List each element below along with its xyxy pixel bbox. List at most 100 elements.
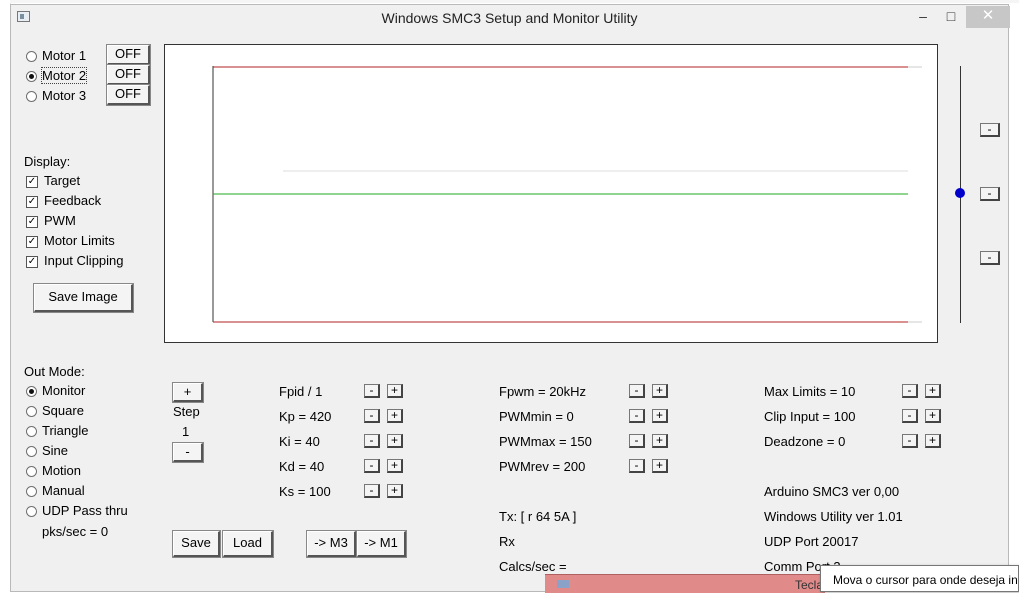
mode-udp-radio[interactable]	[26, 506, 37, 517]
mode-triangle-radio[interactable]	[26, 426, 37, 437]
pwmrev-label: PWMrev = 200	[499, 459, 586, 474]
kd-minus-button[interactable]: -	[364, 459, 380, 473]
max-limits-plus-button[interactable]: +	[925, 384, 941, 398]
pwmmin-minus-button[interactable]: -	[629, 409, 645, 423]
deadzone-plus-button[interactable]: +	[925, 434, 941, 448]
copy-to-m3-button[interactable]: -> M3	[307, 531, 356, 557]
motor-2-toggle-button[interactable]: OFF	[107, 65, 150, 85]
mode-udp-label: UDP Pass thru	[42, 503, 128, 518]
clip-input-minus-button[interactable]: -	[902, 409, 918, 423]
calcs-per-sec: Calcs/sec =	[499, 559, 567, 574]
scale-middle-button[interactable]: -	[980, 187, 1000, 201]
fpid-plus-button[interactable]: +	[387, 384, 403, 398]
mode-motion-label: Motion	[42, 463, 82, 478]
pwm-label: PWM	[44, 213, 76, 228]
smc3-window: Windows SMC3 Setup and Monitor Utility –…	[10, 4, 1010, 592]
plot-canvas	[212, 66, 922, 323]
pwmmax-plus-button[interactable]: +	[652, 434, 668, 448]
fpid-minus-button[interactable]: -	[364, 384, 380, 398]
motor-3-label: Motor 3	[42, 88, 87, 103]
pwmmax-minus-button[interactable]: -	[629, 434, 645, 448]
load-button[interactable]: Load	[223, 531, 273, 557]
max-limits-label: Max Limits = 10	[764, 384, 856, 399]
motor-1-label: Motor 1	[42, 48, 87, 63]
tooltip: Mova o cursor para onde deseja inserir	[820, 565, 1019, 592]
background-top-strip	[10, 0, 1019, 3]
save-image-button[interactable]: Save Image	[34, 284, 133, 312]
deadzone-label: Deadzone = 0	[764, 434, 846, 449]
deadzone-minus-button[interactable]: -	[902, 434, 918, 448]
mode-sine-radio[interactable]	[26, 446, 37, 457]
ki-minus-button[interactable]: -	[364, 434, 380, 448]
step-increase-button[interactable]: +	[173, 383, 203, 402]
pwm-checkbox[interactable]: ✓	[26, 216, 38, 228]
motor-3-radio[interactable]	[26, 91, 37, 102]
pks-per-sec: pks/sec = 0	[42, 524, 109, 539]
maximize-button[interactable]: □	[936, 6, 966, 28]
clip-input-plus-button[interactable]: +	[925, 409, 941, 423]
display-heading: Display:	[24, 154, 71, 169]
pwmrev-minus-button[interactable]: -	[629, 459, 645, 473]
motor-1-radio[interactable]	[26, 51, 37, 62]
pwmmax-label: PWMmax = 150	[499, 434, 592, 449]
clip-input-label: Clip Input = 100	[764, 409, 856, 424]
fpwm-plus-button[interactable]: +	[652, 384, 668, 398]
pwmmin-label: PWMmin = 0	[499, 409, 574, 424]
kp-plus-button[interactable]: +	[387, 409, 403, 423]
mode-square-radio[interactable]	[26, 406, 37, 417]
fpid-label: Fpid / 1	[279, 384, 323, 399]
position-slider-knob[interactable]	[955, 188, 965, 198]
minimize-button[interactable]: –	[908, 6, 938, 28]
scale-top-button[interactable]: -	[980, 123, 1000, 137]
input-clipping-label: Input Clipping	[44, 253, 124, 268]
arduino-version: Arduino SMC3 ver 0,00	[764, 484, 900, 499]
motor-2-radio[interactable]	[26, 71, 37, 82]
title-bar: Windows SMC3 Setup and Monitor Utility –…	[11, 5, 1010, 33]
motor-3-toggle-button[interactable]: OFF	[107, 85, 150, 105]
motor-1-toggle-button[interactable]: OFF	[107, 45, 150, 65]
taskbar-strip[interactable]: Tecla	[545, 574, 825, 593]
tx-status: Tx: [ r 64 5A ]	[499, 509, 577, 524]
mode-triangle-label: Triangle	[42, 423, 89, 438]
kp-minus-button[interactable]: -	[364, 409, 380, 423]
ki-plus-button[interactable]: +	[387, 434, 403, 448]
kd-label: Kd = 40	[279, 459, 325, 474]
step-value: 1	[182, 424, 190, 439]
pwmmin-plus-button[interactable]: +	[652, 409, 668, 423]
mode-square-label: Square	[42, 403, 84, 418]
out-mode-heading: Out Mode:	[24, 364, 85, 379]
ks-minus-button[interactable]: -	[364, 484, 380, 498]
rx-status: Rx	[499, 534, 515, 549]
mode-motion-radio[interactable]	[26, 466, 37, 477]
save-button[interactable]: Save	[173, 531, 220, 557]
close-button[interactable]: ✕	[966, 6, 1010, 28]
mode-manual-label: Manual	[42, 483, 85, 498]
step-decrease-button[interactable]: -	[173, 443, 203, 462]
mode-manual-radio[interactable]	[26, 486, 37, 497]
udp-port: UDP Port 20017	[764, 534, 859, 549]
scale-bottom-button[interactable]: -	[980, 251, 1000, 265]
kd-plus-button[interactable]: +	[387, 459, 403, 473]
target-label: Target	[44, 173, 81, 188]
kp-label: Kp = 420	[279, 409, 332, 424]
input-clipping-checkbox[interactable]: ✓	[26, 256, 38, 268]
ki-label: Ki = 40	[279, 434, 320, 449]
ks-plus-button[interactable]: +	[387, 484, 403, 498]
mode-sine-label: Sine	[42, 443, 69, 458]
ks-label: Ks = 100	[279, 484, 331, 499]
windows-version: Windows Utility ver 1.01	[764, 509, 903, 524]
mode-monitor-radio[interactable]	[26, 386, 37, 397]
step-label: Step	[173, 404, 200, 419]
pwmrev-plus-button[interactable]: +	[652, 459, 668, 473]
copy-to-m1-button[interactable]: -> M1	[357, 531, 406, 557]
window-title: Windows SMC3 Setup and Monitor Utility	[381, 10, 638, 26]
motor-limits-label: Motor Limits	[44, 233, 115, 248]
feedback-checkbox[interactable]: ✓	[26, 196, 38, 208]
motor-limits-checkbox[interactable]: ✓	[26, 236, 38, 248]
fpwm-minus-button[interactable]: -	[629, 384, 645, 398]
keyboard-icon	[557, 580, 569, 588]
target-checkbox[interactable]: ✓	[26, 176, 38, 188]
taskbar-label: Tecla	[795, 578, 824, 592]
feedback-label: Feedback	[44, 193, 102, 208]
max-limits-minus-button[interactable]: -	[902, 384, 918, 398]
